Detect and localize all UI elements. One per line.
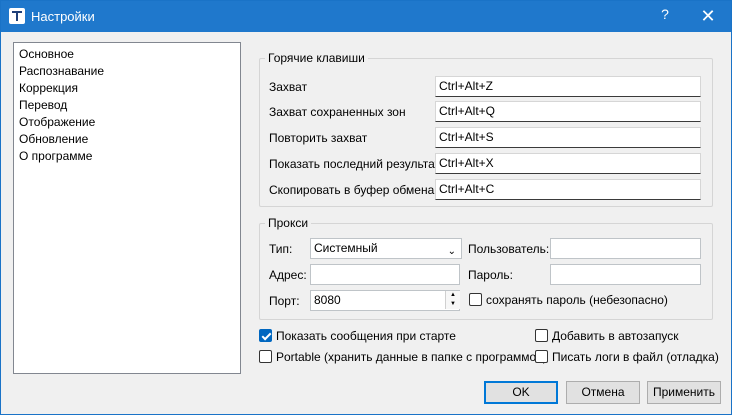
proxy-user-label: Пользователь: xyxy=(468,242,550,256)
proxy-port-label: Порт: xyxy=(269,294,300,308)
port-increment-icon[interactable]: ▲ xyxy=(445,291,460,300)
hotkey-capture-label: Захват xyxy=(269,80,308,94)
sidebar-item-display[interactable]: Отображение xyxy=(19,114,95,131)
title-bar[interactable]: Настройки ? ✕ xyxy=(1,1,731,32)
autostart-label: Добавить в автозапуск xyxy=(552,329,679,343)
cancel-button[interactable]: Отмена xyxy=(566,381,640,404)
proxy-type-label: Тип: xyxy=(269,242,293,256)
write-logs-label: Писать логи в файл (отладка) xyxy=(552,350,719,364)
autostart-checkbox[interactable] xyxy=(535,329,548,342)
hotkey-repeat-label: Повторить захват xyxy=(269,131,368,145)
save-password-checkbox[interactable] xyxy=(469,293,482,306)
sidebar-item-correction[interactable]: Коррекция xyxy=(19,80,78,97)
proxy-password-field[interactable] xyxy=(550,264,701,285)
apply-button[interactable]: Применить xyxy=(647,381,721,404)
hotkey-repeat-field[interactable]: Ctrl+Alt+S xyxy=(435,127,701,148)
ok-button[interactable]: OK xyxy=(484,381,558,404)
proxy-address-field[interactable] xyxy=(310,264,460,285)
sidebar-item-about[interactable]: О программе xyxy=(19,148,92,165)
sidebar-item-update[interactable]: Обновление xyxy=(19,131,88,148)
port-decrement-icon[interactable]: ▼ xyxy=(445,300,460,309)
portable-checkbox[interactable] xyxy=(259,350,272,363)
proxy-password-label: Пароль: xyxy=(468,268,513,282)
hotkey-last-result-label: Показать последний результат xyxy=(269,157,441,171)
app-icon xyxy=(9,8,25,24)
close-button[interactable]: ✕ xyxy=(698,5,718,27)
settings-category-list[interactable]: Основное Распознавание Коррекция Перевод… xyxy=(13,42,241,374)
save-password-label: сохранять пароль (небезопасно) xyxy=(486,293,668,307)
hotkey-capture-field[interactable]: Ctrl+Alt+Z xyxy=(435,76,701,97)
settings-window: Настройки ? ✕ Основное Распознавание Кор… xyxy=(0,0,732,415)
portable-label: Portable (хранить данные в папке с прогр… xyxy=(276,350,547,364)
sidebar-item-general[interactable]: Основное xyxy=(19,46,74,63)
hotkey-saved-zones-label: Захват сохраненных зон xyxy=(269,105,406,119)
chevron-down-icon: ⌄ xyxy=(447,246,456,257)
show-messages-label: Показать сообщения при старте xyxy=(276,329,456,343)
hotkey-last-result-field[interactable]: Ctrl+Alt+X xyxy=(435,153,701,174)
window-title: Настройки xyxy=(31,9,95,24)
hotkeys-title: Горячие клавиши xyxy=(265,51,368,65)
hotkey-saved-zones-field[interactable]: Ctrl+Alt+Q xyxy=(435,101,701,122)
proxy-port-value: 8080 xyxy=(314,293,341,307)
hotkey-copy-field[interactable]: Ctrl+Alt+C xyxy=(435,179,701,200)
proxy-type-value: Системный xyxy=(314,241,378,255)
help-button[interactable]: ? xyxy=(656,6,674,26)
hotkey-copy-label: Скопировать в буфер обмена xyxy=(269,183,435,197)
proxy-address-label: Адрес: xyxy=(269,268,307,282)
proxy-user-field[interactable] xyxy=(550,238,701,259)
proxy-port-field[interactable]: 8080 xyxy=(310,290,460,311)
proxy-title: Прокси xyxy=(265,216,312,230)
proxy-type-select[interactable]: Системный ⌄ xyxy=(310,238,462,259)
sidebar-item-recognition[interactable]: Распознавание xyxy=(19,63,104,80)
sidebar-item-translation[interactable]: Перевод xyxy=(19,97,67,114)
write-logs-checkbox[interactable] xyxy=(535,350,548,363)
show-messages-checkbox[interactable] xyxy=(259,329,272,342)
